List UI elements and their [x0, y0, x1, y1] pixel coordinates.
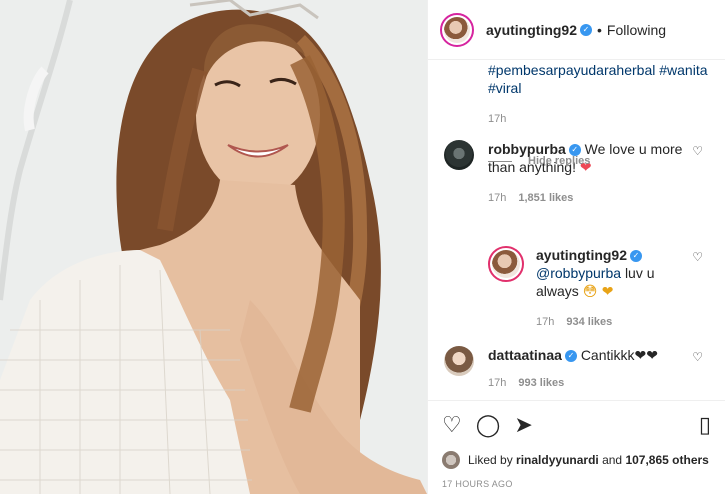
divider-line: [488, 160, 512, 162]
author-username[interactable]: ayutingting92: [486, 22, 577, 38]
likes-summary: Liked by rinaldyyunardi and 107,865 othe…: [442, 451, 711, 469]
post-photo[interactable]: [0, 0, 427, 494]
hide-replies-toggle[interactable]: Hide replies: [488, 155, 590, 167]
reply-item: ayutingting92 ✓ @robbypurba luv u always …: [488, 246, 713, 331]
hashtag-link[interactable]: #pembesarpayudaraherbal: [488, 61, 655, 79]
comment-meta: 17h 1,851 likes: [488, 189, 688, 207]
comment-text: Cantikkk❤❤: [580, 347, 658, 363]
hashtag-link[interactable]: #viral: [488, 79, 521, 97]
verified-icon: ✓: [630, 250, 643, 263]
caption-tags: #pembesarpayudaraherbal #wanita #viral: [488, 61, 713, 97]
hashtag-link[interactable]: #wanita: [659, 61, 707, 79]
comment-icon[interactable]: ◯: [476, 414, 501, 438]
commenter-avatar[interactable]: [444, 140, 474, 170]
reply-meta: 17h 934 likes: [536, 313, 686, 331]
caption-time: 17h: [488, 113, 507, 125]
author-avatar[interactable]: [440, 12, 474, 47]
comment-time[interactable]: 17h: [488, 192, 506, 204]
post-sidebar: ayutingting92 ✓ • Following #pembesarpay…: [427, 0, 725, 494]
bookmark-icon[interactable]: ▯: [699, 414, 711, 438]
reply-body: ayutingting92 ✓ @robbypurba luv u always …: [536, 246, 686, 331]
comment-likes[interactable]: 1,851 likes: [518, 192, 573, 204]
share-icon[interactable]: ➤: [514, 414, 532, 438]
commenter-avatar[interactable]: [444, 346, 474, 376]
reply-mention-link[interactable]: @robbypurba: [536, 265, 621, 281]
comment-item: robbypurba ✓ We love u more than anything…: [444, 140, 713, 207]
like-comment-heart-icon[interactable]: ♡: [692, 144, 703, 158]
heart-icon[interactable]: ♡: [442, 414, 462, 438]
verified-icon: ✓: [580, 23, 593, 36]
reply-author-avatar[interactable]: [488, 246, 524, 282]
reply-time[interactable]: 17h: [536, 316, 554, 328]
action-icons: ♡ ◯ ➤ ▯: [442, 413, 711, 439]
liker-avatar[interactable]: [442, 451, 460, 469]
hide-replies-label[interactable]: Hide replies: [528, 155, 590, 167]
comment-item: dattaatinaa ✓ Cantikkk❤❤ 17h 993 likes ♡: [444, 346, 713, 392]
comment-meta: 17h 993 likes: [488, 374, 688, 392]
reply-username[interactable]: ayutingting92: [536, 247, 627, 263]
post-actions: ♡ ◯ ➤ ▯ Liked by rinaldyyunardi and 107,…: [428, 400, 725, 494]
comment-time[interactable]: 17h: [488, 377, 506, 389]
likes-count-link[interactable]: 107,865 others: [625, 453, 708, 467]
separator-dot: •: [597, 21, 602, 38]
comment-username[interactable]: dattaatinaa: [488, 347, 562, 363]
reply-likes[interactable]: 934 likes: [566, 316, 612, 328]
post-header: ayutingting92 ✓ • Following: [428, 0, 725, 60]
like-reply-heart-icon[interactable]: ♡: [692, 250, 703, 264]
like-comment-heart-icon[interactable]: ♡: [692, 350, 703, 364]
comment-body: robbypurba ✓ We love u more than anything…: [488, 140, 688, 207]
photo-illustration: [0, 0, 427, 494]
comment-likes[interactable]: 993 likes: [518, 377, 564, 389]
reply-emoji: 😳 ❤: [582, 284, 614, 300]
post-timestamp[interactable]: 17 HOURS AGO: [442, 479, 711, 489]
follow-status-button[interactable]: Following: [607, 22, 666, 38]
verified-icon: ✓: [564, 350, 577, 363]
liker-username[interactable]: rinaldyyunardi: [516, 453, 599, 467]
liked-by-and: and: [602, 453, 623, 467]
comment-body: dattaatinaa ✓ Cantikkk❤❤ 17h 993 likes: [488, 346, 688, 392]
liked-by-prefix: Liked by: [468, 453, 513, 467]
